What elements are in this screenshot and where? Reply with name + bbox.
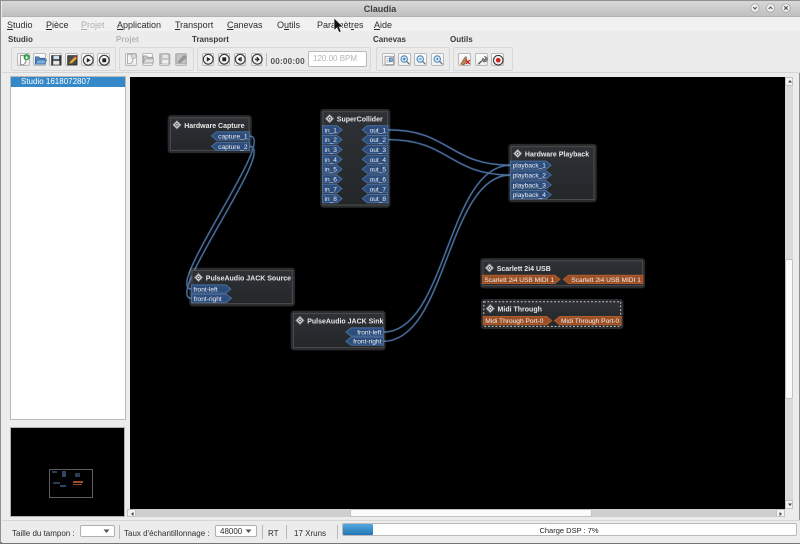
svg-text:out_7: out_7 [370,186,387,193]
svg-text:out_8: out_8 [370,196,387,203]
svg-text:in_3: in_3 [325,146,338,153]
svg-text:playback_4: playback_4 [513,192,547,199]
svg-text:out_6: out_6 [370,176,387,183]
svg-text:playback_1: playback_1 [513,162,547,169]
svg-text:playback_3: playback_3 [513,182,547,189]
svg-text:front-left: front-left [194,286,218,293]
svg-text:Scarlett 2i4 USB MIDI 1: Scarlett 2i4 USB MIDI 1 [484,276,554,283]
svg-text:in_5: in_5 [325,166,338,173]
svg-text:Midi Through Port-0: Midi Through Port-0 [485,318,543,325]
svg-text:Scarlett 2i4 USB: Scarlett 2i4 USB [497,265,551,272]
svg-text:out_1: out_1 [370,127,387,134]
svg-text:front-left: front-left [357,329,381,336]
svg-text:out_2: out_2 [370,137,387,144]
svg-text:front-right: front-right [353,338,381,345]
svg-text:in_4: in_4 [325,156,338,163]
svg-text:Hardware Capture: Hardware Capture [184,122,244,129]
svg-text:Midi Through Port-0: Midi Through Port-0 [561,318,619,325]
svg-text:capture_2: capture_2 [218,143,248,150]
svg-text:in_7: in_7 [325,186,338,193]
svg-text:capture_1: capture_1 [218,133,248,140]
svg-text:in_6: in_6 [325,176,338,183]
svg-text:Midi Through: Midi Through [498,306,542,313]
svg-text:playback_2: playback_2 [513,172,547,179]
svg-text:out_5: out_5 [370,166,387,173]
svg-text:in_1: in_1 [325,127,338,134]
svg-text:front-right: front-right [194,295,222,302]
svg-text:out_3: out_3 [370,146,387,153]
svg-text:out_4: out_4 [370,156,387,163]
svg-text:Hardware Playback: Hardware Playback [525,151,589,158]
svg-text:in_2: in_2 [325,137,338,144]
svg-text:Scarlett 2i4 USB MIDI 1: Scarlett 2i4 USB MIDI 1 [571,276,641,283]
svg-text:PulseAudio JACK Source: PulseAudio JACK Source [206,275,291,282]
svg-text:PulseAudio JACK Sink: PulseAudio JACK Sink [307,318,383,325]
svg-text:SuperCollider: SuperCollider [337,116,383,123]
svg-text:in_8: in_8 [325,196,338,203]
